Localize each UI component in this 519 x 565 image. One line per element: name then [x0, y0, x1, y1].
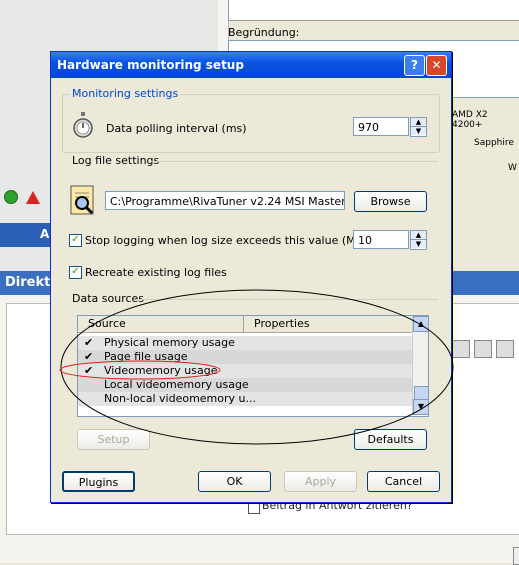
annotation-ellipse [60, 289, 454, 445]
annotation-overlay [59, 289, 454, 445]
annotation-highlight-ellipse [59, 360, 221, 380]
